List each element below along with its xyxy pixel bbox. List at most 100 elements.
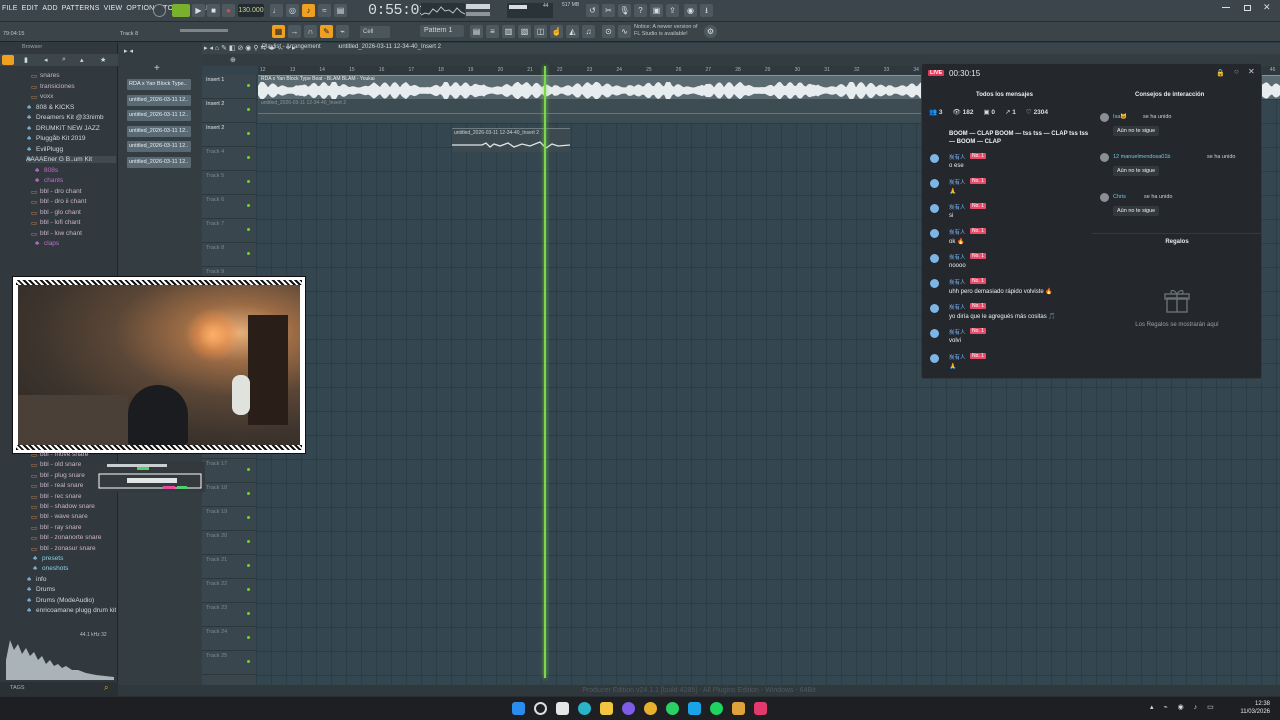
follow-status-button[interactable]: Aún no te sigue	[1113, 126, 1160, 136]
track-led[interactable]	[247, 588, 250, 591]
minimize-icon[interactable]	[1222, 7, 1230, 8]
whatsapp-icon[interactable]	[666, 702, 679, 715]
avatar[interactable]	[1100, 193, 1109, 202]
search-icon[interactable]: ⌕	[62, 56, 66, 64]
browser-item[interactable]: 808s	[44, 167, 58, 174]
settings-icon[interactable]: ○	[1234, 67, 1239, 76]
avatar[interactable]	[930, 304, 939, 313]
save-icon[interactable]: ▣	[650, 4, 663, 17]
tune-icon[interactable]: ♫	[582, 25, 595, 38]
browser-item[interactable]: bbl - dro ii chant	[40, 198, 86, 205]
track-header[interactable]: Track 21	[202, 555, 256, 579]
track-led[interactable]	[247, 660, 250, 663]
track-header[interactable]: Track 23	[202, 603, 256, 627]
browser-item[interactable]: presets	[42, 555, 63, 562]
edge-icon[interactable]	[688, 702, 701, 715]
browser-item[interactable]: bbl - zonasur snare	[40, 545, 96, 552]
chat-username[interactable]: 炭有人	[949, 303, 966, 311]
mixer-icon[interactable]: ≡	[486, 25, 499, 38]
avatar[interactable]	[1100, 113, 1109, 122]
browser-item[interactable]: DRUMKIT NEW JAZZ	[36, 125, 100, 132]
browser-item[interactable]: claps	[44, 240, 59, 247]
track-led[interactable]	[247, 132, 250, 135]
browser-item[interactable]: 808 & KICKS	[36, 104, 74, 111]
browser-item[interactable]: bbl - low chant	[40, 230, 82, 237]
up-icon[interactable]: ▴	[80, 56, 84, 64]
tags-label[interactable]: TAGS	[10, 685, 25, 691]
track-led[interactable]	[247, 516, 250, 519]
avatar[interactable]	[930, 254, 939, 263]
main-volume-slider[interactable]	[180, 29, 228, 32]
browser-item[interactable]: bbl - plug snare	[40, 472, 85, 479]
menu-item[interactable]: EDIT	[22, 5, 39, 12]
browser-item[interactable]: Dreamers Kit @33nimb	[36, 114, 104, 121]
star-icon[interactable]: ★	[100, 56, 106, 64]
browser-item[interactable]: info	[36, 576, 46, 583]
channel-button[interactable]: untitled_2026-03-11 12..	[127, 110, 191, 121]
search-tags-icon[interactable]: ⌕	[104, 683, 108, 693]
pencil-icon[interactable]: ✎	[320, 25, 333, 38]
back-icon[interactable]: ◂	[44, 56, 48, 64]
pattern-selector[interactable]: Pattern 1	[420, 25, 464, 37]
browser-item[interactable]: voxx	[40, 93, 53, 100]
snap-magnet-icon[interactable]: ∩	[304, 25, 317, 38]
track-header[interactable]: Track 6	[202, 195, 256, 219]
track-header[interactable]: Track 8	[202, 243, 256, 267]
track-header[interactable]: Track 19	[202, 507, 256, 531]
track-header[interactable]: Insert 2	[202, 99, 256, 123]
tempo-display[interactable]: 130.000	[238, 4, 264, 17]
avatar[interactable]	[930, 154, 939, 163]
chat-username[interactable]: 炭有人	[949, 278, 966, 286]
menu-item[interactable]: PATTERNS	[62, 5, 100, 12]
chat-icon[interactable]: ◉	[684, 4, 697, 17]
system-clock[interactable]: 12:38 11/03/2026	[1240, 700, 1270, 716]
graph-icon[interactable]: ◭	[566, 25, 579, 38]
system-tray-icons[interactable]: ▴ ⌁ ◉ ♪ ▭	[1150, 703, 1218, 711]
browser-item[interactable]: transiciones	[40, 83, 75, 90]
channel-rack-icon[interactable]: ▤	[470, 25, 483, 38]
avatar[interactable]	[930, 329, 939, 338]
cut-icon[interactable]: ✂	[602, 4, 615, 17]
zoom-icon[interactable]: ⊕	[230, 56, 236, 64]
browser-item[interactable]: bbl - rec snare	[40, 493, 82, 500]
track-led[interactable]	[247, 228, 250, 231]
browser-item[interactable]: bbl - old snare	[40, 461, 81, 468]
step-edit-icon[interactable]: ▤	[334, 4, 347, 17]
record-options-icon[interactable]: ⊙	[602, 25, 615, 38]
browser-item[interactable]: enricoamane plugg drum kit	[36, 607, 116, 614]
file-explorer-icon[interactable]	[600, 702, 613, 715]
browser-item[interactable]: bbl - wave snare	[40, 513, 88, 520]
stop-button[interactable]: ■	[207, 4, 220, 17]
browser-item[interactable]: bbl - glo chant	[40, 209, 81, 216]
follow-status-button[interactable]: Aún no te sigue	[1113, 206, 1160, 216]
track-header[interactable]: Insert 2	[202, 123, 256, 147]
tiktok-live-icon[interactable]	[754, 702, 767, 715]
track-header[interactable]: Track 25	[202, 651, 256, 675]
joined-username[interactable]: Chris	[1113, 194, 1126, 200]
browser-item[interactable]: Drums (ModeAudio)	[36, 597, 94, 604]
piano-roll-icon[interactable]: ▥	[502, 25, 515, 38]
browser-item[interactable]: Pluggåb Kit 2019	[36, 135, 86, 142]
browser-item[interactable]: snares	[40, 72, 60, 79]
collapse-icon[interactable]: ▮	[24, 56, 28, 64]
chat-username[interactable]: 炭有人	[949, 328, 966, 336]
start-icon[interactable]	[512, 702, 525, 715]
master-pitch-slider[interactable]	[466, 12, 490, 16]
fl-studio-icon[interactable]	[732, 702, 745, 715]
track-led[interactable]	[247, 468, 250, 471]
chat-username[interactable]: 炭有人	[949, 203, 966, 211]
browser-icon[interactable]: ▧	[518, 25, 531, 38]
channel-button[interactable]: untitled_2026-03-11 12..	[127, 94, 191, 106]
track-led[interactable]	[247, 84, 250, 87]
browser-item[interactable]: oneshots	[42, 565, 68, 572]
browser-menu-icon[interactable]	[2, 55, 14, 65]
master-volume-slider[interactable]	[466, 4, 490, 9]
maximize-icon[interactable]	[1244, 5, 1251, 11]
track-led[interactable]	[247, 492, 250, 495]
audio-clip-recording[interactable]: untitled_2026-03-11 12-34-40_Insert 2	[452, 128, 570, 152]
taskbar-search-icon[interactable]	[534, 702, 547, 715]
track-led[interactable]	[247, 108, 250, 111]
plugin-icon[interactable]: ◫	[534, 25, 547, 38]
download-icon[interactable]: ⭳	[700, 4, 713, 17]
touch-icon[interactable]: ☝	[550, 25, 563, 38]
